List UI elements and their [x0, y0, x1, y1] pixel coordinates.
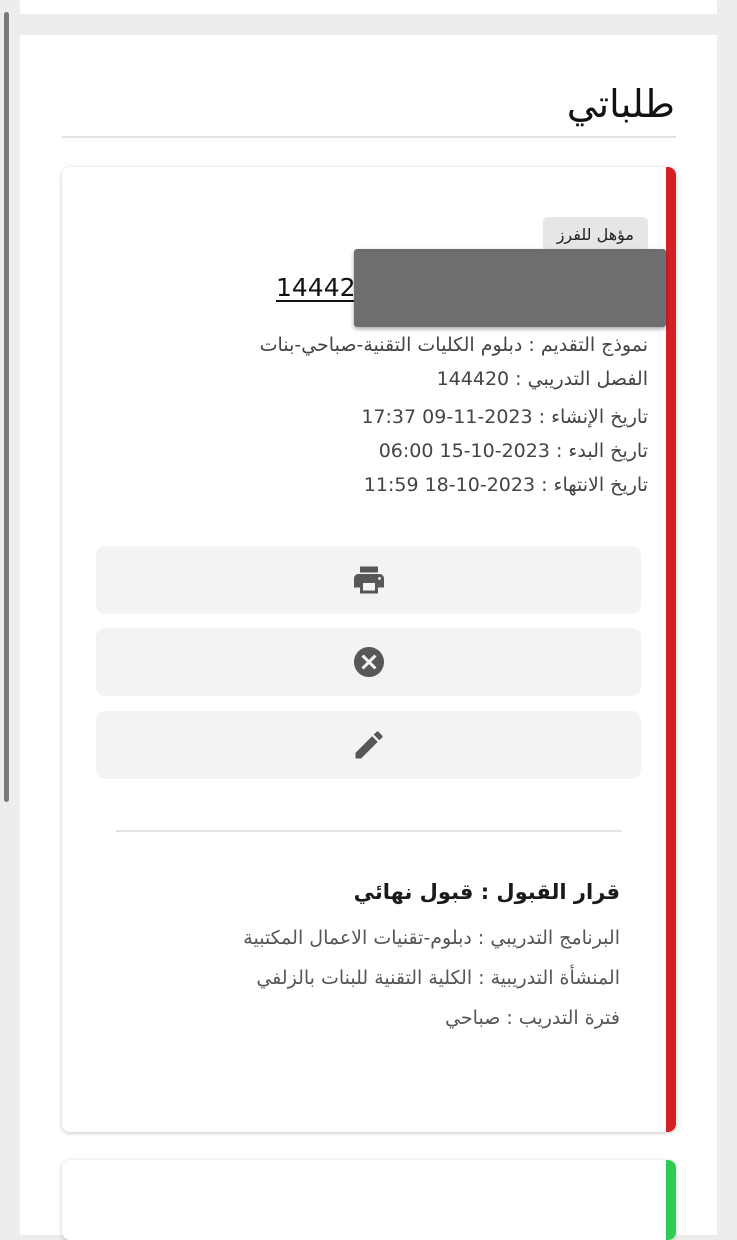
next-application-card	[62, 1160, 676, 1240]
status-accent-bar	[666, 167, 676, 1132]
edit-application-button[interactable]	[96, 711, 641, 779]
section-divider	[116, 830, 622, 832]
training-period: فترة التدريب : صباحي	[445, 1007, 620, 1029]
next-status-accent-bar	[666, 1160, 676, 1240]
cancel-application-button[interactable]	[96, 628, 641, 696]
status-badge: مؤهل للفرز	[542, 217, 648, 251]
printer-icon	[353, 566, 384, 594]
pencil-icon	[355, 731, 383, 759]
title-divider	[62, 136, 676, 138]
training-facility: المنشأة التدريبية : الكلية التقنية للبنا…	[256, 967, 620, 989]
page-title: طلباتي	[566, 82, 675, 126]
application-card: مؤهل للفرز 14442 نموذج التقديم : دبلوم ا…	[62, 167, 676, 1132]
training-term: الفصل التدريبي : 144420	[436, 368, 648, 390]
close-circle-icon	[353, 647, 384, 677]
scrollbar[interactable]	[4, 12, 9, 802]
created-date: تاريخ الإنشاء : 2023-11-09 17:37	[361, 406, 648, 428]
previous-card-edge	[20, 0, 717, 14]
print-button[interactable]	[96, 546, 641, 614]
redaction-box	[354, 249, 666, 327]
training-program: البرنامج التدريبي : دبلوم-تقنيات الاعمال…	[243, 927, 620, 949]
end-date: تاريخ الانتهاء : 2023-10-18 11:59	[363, 474, 648, 496]
application-number-link[interactable]: 14442	[276, 273, 356, 302]
application-form: نموذج التقديم : دبلوم الكليات التقنية-صب…	[259, 334, 648, 356]
start-date: تاريخ البدء : 2023-10-15 06:00	[378, 440, 648, 462]
admission-decision: قرار القبول : قبول نهائي	[353, 880, 620, 904]
